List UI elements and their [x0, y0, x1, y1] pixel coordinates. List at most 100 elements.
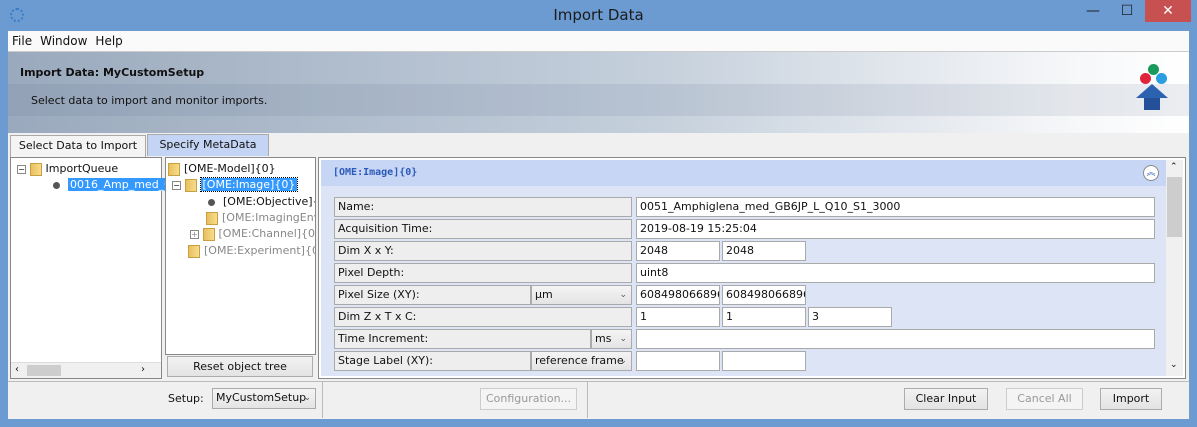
- tree-label: [OME:Experiment]{0}: [204, 244, 316, 257]
- tree-node-file[interactable]: 0016_Amp_med_G: [51, 177, 175, 193]
- field-label-text: Pixel Depth:: [338, 266, 405, 279]
- tree-node[interactable]: [OME-Model]{0}: [168, 161, 276, 177]
- collapse-section-icon[interactable]: ︽: [1143, 165, 1159, 181]
- reset-object-tree-button[interactable]: Reset object tree: [167, 356, 313, 377]
- scroll-right-icon[interactable]: ›: [141, 364, 145, 375]
- folder-icon: [206, 211, 218, 225]
- unit-select-text: µm: [535, 288, 553, 301]
- header-banner: Import Data: MyCustomSetup Select data t…: [8, 51, 1189, 133]
- ome-tree[interactable]: [OME-Model]{0} − [OME:Image]{0} [OME:Obj…: [165, 157, 316, 355]
- field-value[interactable]: [722, 351, 806, 371]
- import-button[interactable]: Import: [1100, 388, 1162, 410]
- field-value[interactable]: uint8: [636, 263, 1155, 283]
- field-label-text: Time Increment:: [338, 332, 429, 345]
- section-title: [OME:Image]{0}: [333, 167, 418, 178]
- tree-node[interactable]: [OME:Experiment]{0}: [188, 243, 316, 259]
- tree-label: [OME:ImagingEnvi: [222, 211, 316, 224]
- minimize-button[interactable]: —: [1078, 0, 1108, 22]
- expand-icon[interactable]: +: [190, 229, 199, 239]
- node-dot-icon: [208, 198, 215, 206]
- import-logo-icon: [1136, 64, 1172, 114]
- field-label: Dim X x Y:: [334, 241, 632, 261]
- field-value[interactable]: [636, 351, 720, 371]
- section-header: [OME:Image]{0} ︽: [321, 160, 1166, 186]
- field-value-text: 1: [640, 310, 647, 323]
- vertical-scrollbar[interactable]: ⌃ ⌄: [1166, 160, 1183, 376]
- field-value[interactable]: 6084980668966: [722, 285, 806, 305]
- tree-label: [OME:Image]{0}: [199, 177, 299, 192]
- unit-select-text: ms: [595, 332, 612, 345]
- tree-node[interactable]: [OME:Objective]{0: [206, 194, 315, 210]
- import-queue-tree[interactable]: − ImportQueue 0016_Amp_med_G ‹ ›: [10, 157, 175, 379]
- field-label-text: Stage Label (XY):: [338, 354, 433, 367]
- field-label-text: Dim Z x T x C:: [338, 310, 417, 323]
- scroll-down-icon[interactable]: ⌄: [1170, 360, 1178, 370]
- scroll-thumb[interactable]: [27, 365, 61, 376]
- collapse-icon[interactable]: −: [17, 164, 26, 174]
- file-dot-icon: [53, 181, 60, 189]
- menu-file[interactable]: File: [12, 34, 32, 48]
- menu-window[interactable]: Window: [40, 34, 87, 48]
- chevron-down-icon: ⌄: [619, 334, 627, 344]
- tree-label: [OME:Channel]{0}: [218, 227, 316, 240]
- field-value[interactable]: 2048: [722, 241, 806, 261]
- field-value-text: 6084980668966: [726, 288, 805, 301]
- unit-select[interactable]: reference frame ⌄: [531, 351, 632, 371]
- tree-node[interactable]: − [OME:Image]{0}: [172, 177, 299, 193]
- header-subtitle: Select data to import and monitor import…: [31, 94, 268, 107]
- scroll-left-icon[interactable]: ‹: [15, 364, 19, 375]
- folder-icon: [184, 178, 197, 192]
- field-label: Stage Label (XY):: [334, 351, 531, 371]
- chevron-down-icon: ⌄: [619, 356, 627, 366]
- field-label: Pixel Depth:: [334, 263, 632, 283]
- menu-bar: File Window Help: [8, 31, 1189, 51]
- field-value[interactable]: 0051_Amphiglena_med_GB6JP_L_Q10_S1_3000: [636, 197, 1155, 217]
- folder-icon: [168, 162, 180, 176]
- field-label-text: Pixel Size (XY):: [338, 288, 420, 301]
- scroll-up-icon[interactable]: ⌃: [1170, 162, 1178, 172]
- horizontal-scrollbar[interactable]: ‹ ›: [11, 362, 161, 378]
- field-value[interactable]: 1: [636, 307, 720, 327]
- divider: [8, 381, 1189, 382]
- field-label-text: Name:: [338, 200, 375, 213]
- close-button[interactable]: ✕: [1145, 0, 1191, 22]
- title-bar: Import Data — ☐ ✕: [0, 0, 1197, 31]
- tab-specify-metadata[interactable]: Specify MetaData: [147, 134, 269, 156]
- field-value[interactable]: 6084980668966: [636, 285, 720, 305]
- cancel-all-button[interactable]: Cancel All: [1006, 388, 1083, 410]
- field-value[interactable]: 2048: [636, 241, 720, 261]
- configuration-button[interactable]: Configuration...: [480, 388, 577, 410]
- setup-select[interactable]: MyCustomSetup ⌄: [212, 388, 316, 409]
- field-value[interactable]: [636, 329, 1155, 349]
- field-label: Pixel Size (XY):: [334, 285, 531, 305]
- field-label-text: Acquisition Time:: [338, 222, 433, 235]
- chevron-down-icon: ⌄: [303, 393, 311, 403]
- maximize-button[interactable]: ☐: [1112, 0, 1142, 22]
- tree-node-import-queue[interactable]: − ImportQueue: [17, 161, 118, 177]
- chevron-down-icon: ⌄: [619, 290, 627, 300]
- field-label: Time Increment:: [334, 329, 591, 349]
- tree-label: [OME-Model]{0}: [184, 162, 276, 175]
- field-value[interactable]: 2019-08-19 15:25:04: [636, 219, 1155, 239]
- field-label: Acquisition Time:: [334, 219, 632, 239]
- unit-select[interactable]: µm ⌄: [531, 285, 632, 305]
- scroll-thumb[interactable]: [1167, 177, 1182, 237]
- setup-label: Setup:: [168, 392, 204, 405]
- clear-input-button[interactable]: Clear Input: [904, 388, 988, 410]
- tree-node[interactable]: + [OME:Channel]{0}: [190, 226, 316, 242]
- unit-select[interactable]: ms ⌄: [591, 329, 632, 349]
- tab-select-data[interactable]: Select Data to Import: [10, 135, 146, 157]
- folder-icon: [188, 244, 200, 258]
- divider: [587, 382, 588, 418]
- tree-label: ImportQueue: [45, 162, 119, 175]
- field-value[interactable]: 3: [808, 307, 892, 327]
- collapse-icon[interactable]: −: [172, 180, 181, 190]
- field-value[interactable]: 1: [722, 307, 806, 327]
- menu-help[interactable]: Help: [95, 34, 122, 48]
- field-value-text: 2048: [726, 244, 754, 257]
- field-value-text: 6084980668966: [640, 288, 719, 301]
- tree-label: [OME:Objective]{0: [223, 195, 315, 208]
- field-label-text: Dim X x Y:: [338, 244, 394, 257]
- tree-label: 0016_Amp_med_G: [68, 178, 175, 191]
- tree-node[interactable]: [OME:ImagingEnvi: [206, 210, 316, 226]
